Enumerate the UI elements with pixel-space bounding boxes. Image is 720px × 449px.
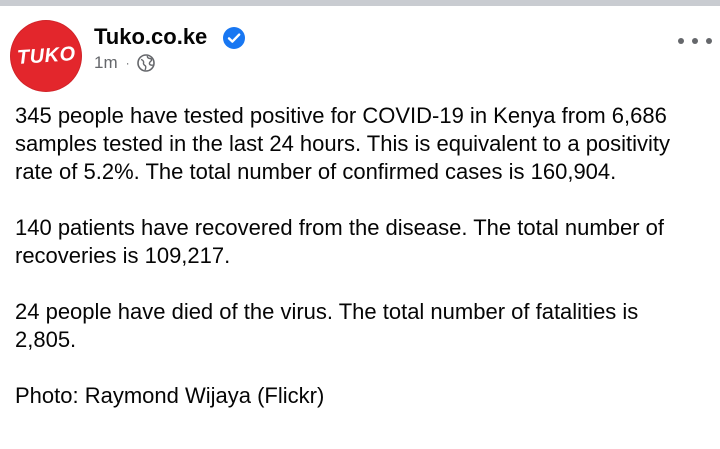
more-options-icon[interactable] [678,34,712,48]
more-dot [706,38,712,44]
page-avatar[interactable]: TUKO [10,20,82,92]
post-timestamp[interactable]: 1m [94,53,118,73]
post-paragraph-recoveries: 140 patients have recovered from the dis… [15,215,664,268]
post-card: TUKO Tuko.co.ke 1m · 345 people have tes… [0,6,720,449]
meta-separator: · [125,56,130,70]
post-meta: 1m · [94,53,156,73]
globe-icon[interactable] [136,53,156,73]
more-dot [678,38,684,44]
verified-badge-icon [223,27,245,49]
tuko-logo: TUKO [15,42,76,69]
more-dot [692,38,698,44]
post-paragraph-fatalities: 24 people have died of the virus. The to… [15,299,639,352]
page-name-link[interactable]: Tuko.co.ke [94,24,207,50]
post-photo-credit: Photo: Raymond Wijaya (Flickr) [15,383,325,408]
post-paragraph-cases: 345 people have tested positive for COVI… [15,103,671,184]
post-body: 345 people have tested positive for COVI… [15,102,705,438]
